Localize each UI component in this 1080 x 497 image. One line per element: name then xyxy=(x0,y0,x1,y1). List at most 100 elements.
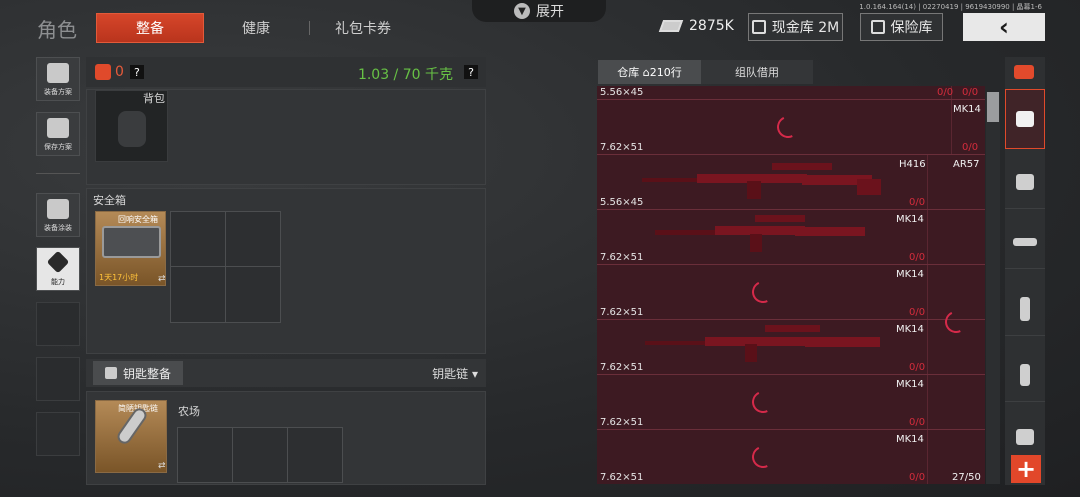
layers-icon-shape xyxy=(1014,65,1034,79)
ammo-count: 0/0 xyxy=(909,417,926,428)
storage-scrollbar[interactable] xyxy=(986,92,1000,484)
layers-icon[interactable] xyxy=(1011,61,1037,83)
weapon-cell[interactable]: 7.62×51 MK14 0/0 xyxy=(597,430,928,484)
helmet-icon xyxy=(47,199,69,219)
weapon-name: MK14 xyxy=(896,379,924,390)
category-ammo[interactable] xyxy=(1005,348,1045,402)
expand-button[interactable]: ▼ 展开 xyxy=(472,0,606,22)
vault-icon xyxy=(751,20,766,34)
sidebar-item-label: 装备涂装 xyxy=(44,224,72,232)
insurance-button[interactable]: 保险库 xyxy=(860,13,943,41)
ammo-count: 0/0 xyxy=(909,362,926,373)
rifle-icon xyxy=(655,215,865,252)
key-chain-dropdown[interactable]: 钥匙链 ▾ xyxy=(432,365,478,382)
safe-icon xyxy=(870,20,885,34)
storage-row: 7.62×51 MK14 0/0 27/50 xyxy=(597,430,985,484)
key-grid-cell[interactable] xyxy=(287,427,343,483)
storage-row: 5.56×45 0/0 0/0 xyxy=(597,86,985,100)
caliber-label: 5.56×45 xyxy=(600,87,644,98)
sidebar-item-label: 能力 xyxy=(51,278,65,286)
weapon-cell[interactable]: 5.56×45 0/0 xyxy=(597,86,954,99)
weapon-cell[interactable]: 7.62×51 MK14 0/0 xyxy=(597,210,928,264)
stack-icon xyxy=(1016,111,1034,127)
category-weapons[interactable] xyxy=(1005,215,1045,269)
sidebar-item-loadout-plan[interactable]: 装备方案 xyxy=(36,57,80,101)
ammo-icon xyxy=(1020,363,1030,386)
ammo-count: 27/50 xyxy=(952,472,981,483)
swap-icon: ⇄ xyxy=(158,461,166,471)
caliber-label: 5.56×45 xyxy=(600,197,644,208)
category-all[interactable] xyxy=(1005,89,1045,149)
sidebar-empty-slot xyxy=(36,302,80,346)
vest-icon xyxy=(47,63,69,83)
cash-vault-button[interactable]: 现金库 2M xyxy=(748,13,843,41)
sidebar-item-save-plan[interactable]: 保存方案 xyxy=(36,112,80,156)
key-grid-cell[interactable] xyxy=(232,427,288,483)
sidebar-item-label: 保存方案 xyxy=(44,143,72,151)
backpack-icon xyxy=(118,111,146,147)
expand-label: 展开 xyxy=(536,4,564,20)
caliber-label: 7.62×51 xyxy=(600,472,644,483)
magazine-icon xyxy=(1020,296,1030,321)
weapon-cell[interactable]: 5.56×45 H416 0/0 xyxy=(597,155,928,209)
help-button[interactable]: ? xyxy=(129,65,144,79)
tab-team-borrow[interactable]: 组队借用 xyxy=(701,60,813,84)
safe-grid-cell[interactable] xyxy=(170,266,226,323)
cash-vault-label: 现金库 2M xyxy=(771,20,840,36)
back-button[interactable]: ‹ xyxy=(963,13,1045,41)
home-icon: ⌂ xyxy=(642,65,650,79)
weapon-name: MK14 xyxy=(896,214,924,225)
tab-warehouse-label: 仓库 xyxy=(617,66,640,79)
sidebar-empty-slot xyxy=(36,412,80,456)
sidebar-item-skin[interactable]: 装备涂装 xyxy=(36,193,80,237)
key-grid-cell[interactable] xyxy=(177,427,233,483)
top-bar: 角色 整备 健康 礼包卡券 ▼ 展开 1.0.164.164(14) | 022… xyxy=(0,0,1080,48)
weight-help-button[interactable]: ? xyxy=(464,65,478,79)
category-backpack[interactable] xyxy=(1005,155,1045,209)
rifle-icon xyxy=(1013,237,1037,246)
tab-gift-cards[interactable]: 礼包卡券 xyxy=(310,14,416,42)
weapon-cell[interactable]: 7.62×51 xyxy=(597,100,952,154)
weapon-cell[interactable]: 7.62×51 MK14 0/0 xyxy=(597,320,928,374)
safe-timer: 1天17小时 xyxy=(99,273,139,282)
storage-row: 7.62×51 MK14 0/0 xyxy=(597,320,985,375)
sidebar-divider xyxy=(36,173,80,174)
download-icon xyxy=(47,118,69,138)
cash-icon xyxy=(658,20,684,32)
weapon-cell[interactable]: 7.62×51 MK14 0/0 xyxy=(597,375,928,429)
safe-grid-cell[interactable] xyxy=(225,211,281,267)
storage-row: 7.62×51 MK14 0/0 xyxy=(597,265,985,337)
tab-loadout[interactable]: 整备 xyxy=(97,14,203,42)
weapon-name: MK14 xyxy=(896,324,924,335)
weapon-cell[interactable]: 7.62×51 MK14 0/0 xyxy=(597,265,928,319)
caliber-label: 7.62×51 xyxy=(600,252,644,263)
storage-row: 7.62×51 MK14 0/0 xyxy=(597,375,985,430)
safe-grid-cell[interactable] xyxy=(225,266,281,323)
category-magazines[interactable] xyxy=(1005,282,1045,336)
tab-warehouse[interactable]: 仓库 ⌂ 210行 xyxy=(598,60,701,84)
key-loadout-button[interactable]: 钥匙整备 xyxy=(93,361,183,385)
storage-row: 7.62×51 MK14 0/0 xyxy=(597,100,985,155)
chevron-down-icon: ▾ xyxy=(471,367,478,381)
tab-health[interactable]: 健康 xyxy=(203,14,309,42)
loading-icon xyxy=(748,277,778,307)
ammo-count: 0/0 xyxy=(909,307,926,318)
rifle-icon xyxy=(642,163,881,199)
ammo-count: 0/0 xyxy=(937,87,954,98)
safe-item[interactable]: 回响安全箱 1天17小时 ⇄ xyxy=(95,211,166,286)
safe-grid-cell[interactable] xyxy=(170,211,226,267)
scrollbar-thumb[interactable] xyxy=(987,92,999,122)
rifle-icon xyxy=(645,325,880,362)
safe-section-title: 安全箱 xyxy=(93,194,126,207)
storage-grid: 5.56×45 0/0 0/0 7.62×51 MK14 0/0 5.56×45… xyxy=(597,86,985,484)
page-title: 角色 xyxy=(37,18,77,42)
backpack-label: 背包 xyxy=(143,92,165,105)
add-button[interactable]: + xyxy=(1011,455,1041,483)
key-bar: 钥匙整备 钥匙链 ▾ xyxy=(86,359,486,387)
weapon-name: MK14 xyxy=(896,269,924,280)
ammo-count: 0/0 xyxy=(962,87,979,98)
key-chain-item[interactable]: 简陋钥匙链 ⇄ xyxy=(95,400,167,473)
weapon-name: MK14 xyxy=(953,104,981,115)
loading-icon xyxy=(773,112,803,142)
sidebar-item-ability[interactable]: 能力 xyxy=(36,247,80,291)
